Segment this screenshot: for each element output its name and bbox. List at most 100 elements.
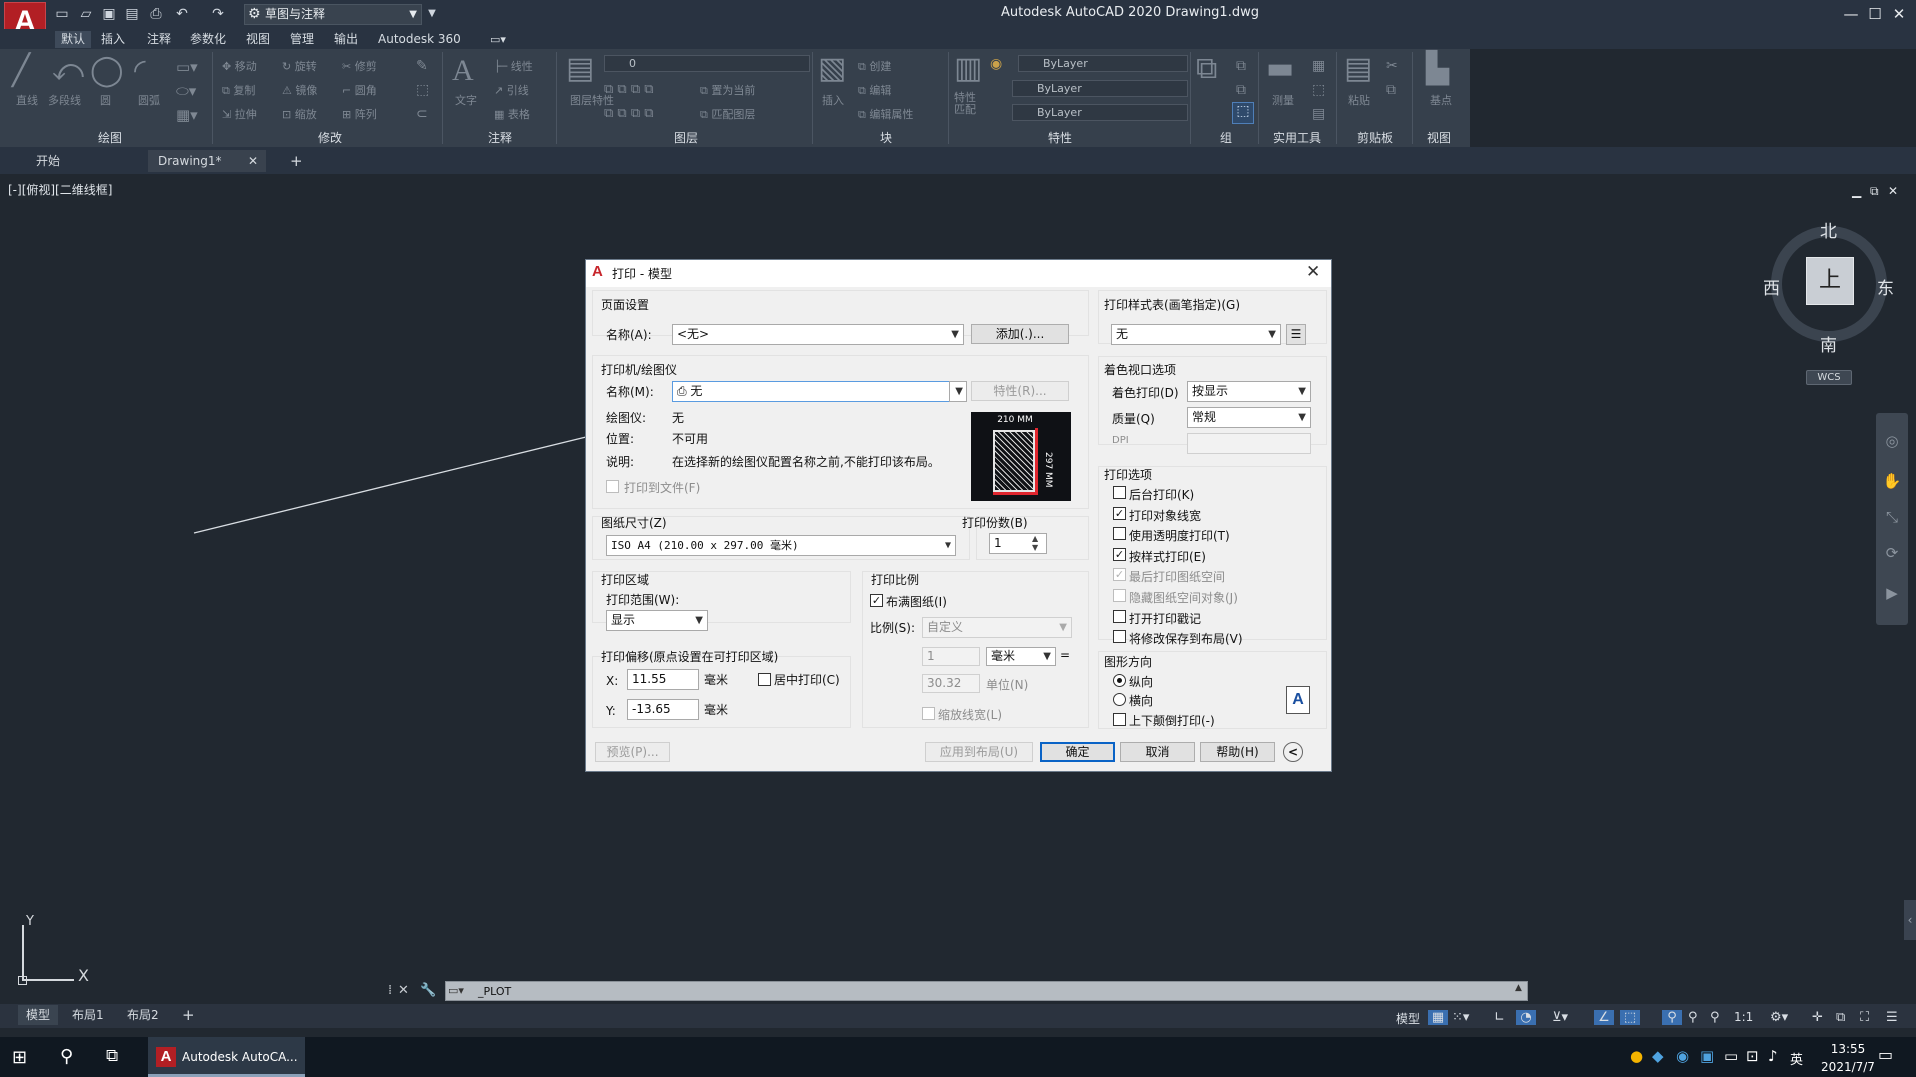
offset-x-input[interactable]: 11.55 [627,669,699,690]
style-table-select[interactable]: 无 ▼ [1111,324,1281,345]
command-line[interactable] [445,981,1528,1001]
new-layout-button[interactable]: + [174,1005,203,1025]
isolate-objects-icon[interactable]: ⧉ [1836,1010,1845,1025]
copies-spinner-icon[interactable]: ▲ ▼ [1032,534,1038,552]
compass-north[interactable]: 北 [1820,217,1837,242]
annotation-scale-icon[interactable]: ⚲ [1710,1010,1720,1025]
tray-security-icon[interactable]: ◉ [1676,1047,1689,1065]
printer-dropdown-button[interactable]: ▼ [949,381,967,402]
printer-name-select[interactable]: ⎙ 无 [672,381,952,402]
copies-input[interactable]: 1 [989,533,1047,554]
ortho-icon[interactable]: ∟ [1494,1010,1505,1025]
compass-east[interactable]: 东 [1877,274,1894,299]
command-customize-icon[interactable]: 🔧 [420,983,436,998]
center-plot-checkbox[interactable] [758,673,771,686]
command-history-icon[interactable]: ▭▾ [448,984,464,997]
annotation-scale-value[interactable]: 1:1 [1734,1010,1753,1024]
plot-transparency-checkbox[interactable] [1113,527,1126,540]
tab-model[interactable]: 模型 [18,1005,59,1025]
dpi-input[interactable] [1187,433,1311,454]
polar-icon[interactable]: ◔ [1516,1010,1536,1025]
hide-paperspace-objects-checkbox[interactable] [1113,589,1126,602]
ok-button[interactable]: 确定 [1040,742,1115,762]
fit-to-paper-checkbox[interactable]: ✓ [870,594,883,607]
tray-network-app-icon[interactable]: ◆ [1652,1047,1664,1065]
volume-icon[interactable]: ♪ [1768,1047,1778,1065]
tab-layout1[interactable]: 布局1 [64,1005,112,1025]
scale-value1-input[interactable]: 1 [922,647,980,666]
compass-south[interactable]: 南 [1820,331,1837,356]
edit-style-table-icon[interactable]: ☰ [1286,324,1306,345]
notification-icon[interactable]: ▭ [1878,1045,1893,1064]
tray-store-icon[interactable]: ▣ [1700,1047,1714,1065]
plot-paperspace-last-checkbox[interactable]: ✓ [1113,568,1126,581]
scale-value2-input[interactable]: 30.32 [922,674,980,693]
tab-layout2[interactable]: 布局2 [119,1005,167,1025]
snap-icon[interactable]: ⁙▾ [1452,1010,1469,1025]
upside-down-checkbox[interactable] [1113,713,1126,726]
pan-icon[interactable]: ✋ [1882,472,1902,492]
customize-status-icon[interactable]: ☰ [1886,1010,1898,1025]
paper-size-select[interactable]: ISO A4 (210.00 x 297.00 毫米) ▼ [606,535,956,556]
shade-plot-select[interactable]: 按显示 ▼ [1187,381,1311,402]
collapse-arrow-icon[interactable]: < [1283,742,1303,762]
quality-select[interactable]: 常规 ▼ [1187,407,1311,428]
tray-display-icon[interactable]: ▭ [1724,1047,1738,1065]
scale-unit-select[interactable]: 毫米 ▼ [986,647,1056,666]
plot-to-file-checkbox[interactable] [606,480,619,493]
background-plot-checkbox[interactable] [1113,486,1126,499]
search-icon[interactable]: ⚲ [60,1046,73,1067]
task-view-icon[interactable]: ⧉ [106,1046,118,1066]
save-changes-layout-checkbox[interactable] [1113,630,1126,643]
viewcube-top-face[interactable]: 上 [1806,257,1854,305]
drawn-line[interactable] [193,436,587,534]
showmotion-icon[interactable]: ▶ [1882,584,1902,604]
help-button[interactable]: 帮助(H) [1200,742,1275,762]
dialog-close-icon[interactable]: ✕ [1306,262,1320,282]
clock-time[interactable]: 13:55 [1816,1042,1880,1056]
scale-lineweights-checkbox[interactable] [922,707,935,720]
tray-app-icon[interactable]: ● [1630,1047,1643,1065]
dialog-title-bar[interactable] [586,260,1331,287]
steering-wheel-icon[interactable]: ◎ [1882,432,1902,452]
windows-start-icon[interactable]: ⊞ [12,1047,27,1068]
offset-y-input[interactable]: -13.65 [627,699,699,720]
ime-indicator[interactable]: 英 [1790,1049,1803,1068]
apply-to-layout-button[interactable]: 应用到布局(U) [925,742,1033,762]
add-page-setup-button[interactable]: 添加(.)... [971,324,1069,344]
annotation-visibility-icon[interactable]: ⚲ [1662,1010,1682,1025]
plotter-value: 无 [672,411,685,425]
network-icon[interactable]: ⊡ [1746,1047,1759,1065]
chevron-down-icon: ▼ [1043,651,1051,662]
chevron-down-icon: ▼ [944,540,951,551]
annotation-monitor-icon[interactable]: ✛ [1812,1010,1823,1025]
cancel-button[interactable]: 取消 [1120,742,1195,762]
compass-west[interactable]: 西 [1763,274,1780,299]
preview-button[interactable]: 预览(P)... [595,742,670,762]
scale-value1: 1 [927,649,935,663]
workspace-gear-icon[interactable]: ⚙▾ [1770,1010,1788,1025]
command-close-icon[interactable]: ✕ [398,983,409,998]
plot-stamp-checkbox[interactable] [1113,610,1126,623]
page-setup-name-select[interactable]: <无> ▼ [672,324,964,345]
portrait-radio[interactable] [1113,674,1126,687]
landscape-radio[interactable] [1113,693,1126,706]
plot-range-select[interactable]: 显示 ▼ [606,610,708,631]
status-model-label[interactable]: 模型 [1396,1010,1420,1027]
object-snap-icon[interactable]: ⬚ [1620,1010,1640,1025]
command-expand-icon[interactable]: ▲ [1515,983,1522,993]
zoom-extents-icon[interactable]: ⤡ [1882,508,1902,528]
auto-scale-icon[interactable]: ⚲ [1688,1010,1698,1025]
isometric-icon[interactable]: ⊻▾ [1552,1010,1568,1025]
plot-with-styles-checkbox[interactable]: ✓ [1113,548,1126,561]
wcs-menu[interactable]: WCS [1806,370,1852,385]
grid-icon[interactable]: ▦ [1428,1010,1448,1025]
object-snap-tracking-icon[interactable]: ∠ [1594,1010,1614,1025]
scale-select[interactable]: 自定义 ▼ [922,617,1072,638]
collapse-panel-icon[interactable]: ‹ [1904,900,1916,940]
printer-properties-button[interactable]: 特性(R)... [971,381,1069,401]
orbit-icon[interactable]: ⟳ [1882,544,1902,564]
command-line-grip-icon[interactable]: ⁞ [388,983,392,998]
clean-screen-icon[interactable]: ⛶ [1860,1010,1869,1025]
plot-lineweights-checkbox[interactable]: ✓ [1113,507,1126,520]
